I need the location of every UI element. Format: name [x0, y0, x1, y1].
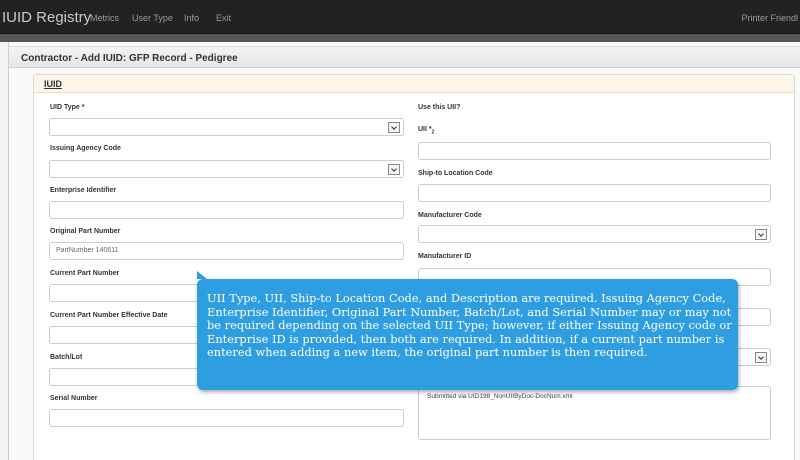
uii-label-subscript: 2 — [431, 129, 435, 136]
manufacturer-code-label: Manufacturer Code — [418, 212, 482, 219]
enterprise-identifier-label: Enterprise Identifier — [50, 187, 117, 194]
iuid-panel: IUID UID Type * Issuing Agency Code Ente… — [33, 74, 795, 460]
navbar-subbar — [0, 34, 800, 42]
uid-type-select[interactable] — [49, 118, 404, 136]
uii-label-text: UII * — [418, 126, 432, 133]
nav-link-info[interactable]: Info — [184, 13, 199, 23]
batch-lot-label: Batch/Lot — [50, 354, 83, 361]
chevron-down-icon[interactable] — [755, 229, 767, 240]
issuing-agency-code-select[interactable] — [49, 160, 404, 178]
description-textarea[interactable]: Submitted via UID198_NonUIIByDoc-DocNum.… — [418, 386, 771, 440]
chevron-down-icon[interactable] — [388, 122, 400, 133]
nav-link-user-type[interactable]: User Type — [132, 13, 173, 23]
use-this-uii-label: Use this UII? — [418, 104, 461, 111]
issuing-agency-code-label: Issuing Agency Code — [50, 145, 121, 152]
app-brand[interactable]: IUID Registry — [2, 9, 91, 26]
original-part-number-input[interactable]: PartNumber 140611 — [49, 242, 404, 260]
uii-input[interactable] — [418, 142, 771, 160]
panel-heading: IUID — [34, 75, 794, 93]
page-header: Contractor - Add IUID: GFP Record - Pedi… — [9, 46, 800, 68]
chevron-down-icon[interactable] — [388, 164, 400, 175]
chevron-down-icon[interactable] — [755, 352, 767, 363]
help-tooltip-text: UII Type, UII, Ship-to Location Code, an… — [207, 291, 732, 360]
uii-label: UII *2 — [418, 126, 434, 135]
ship-to-location-code-input[interactable] — [418, 184, 771, 202]
enterprise-identifier-input[interactable] — [49, 201, 404, 219]
printer-friendly-link[interactable]: Printer Friendl — [741, 13, 798, 23]
current-part-number-label: Current Part Number — [50, 270, 120, 277]
manufacturer-code-select[interactable] — [418, 225, 771, 243]
help-tooltip: UII Type, UII, Ship-to Location Code, an… — [197, 271, 738, 390]
nav-link-metrics[interactable]: Metrics — [90, 13, 119, 23]
top-navbar: IUID Registry Metrics User Type Info Exi… — [0, 0, 800, 34]
serial-number-input[interactable] — [49, 409, 404, 427]
current-part-number-effective-date-label: Current Part Number Effective Date — [50, 312, 168, 319]
nav-link-exit[interactable]: Exit — [216, 13, 231, 23]
page-content: Contractor - Add IUID: GFP Record - Pedi… — [8, 42, 800, 460]
serial-number-label: Serial Number — [50, 395, 98, 402]
original-part-number-label: Original Part Number — [50, 228, 121, 235]
panel-title: IUID — [44, 79, 62, 89]
manufacturer-id-label: Manufacturer ID — [418, 253, 472, 260]
uid-type-label: UID Type * — [50, 104, 85, 111]
page-title: Contractor - Add IUID: GFP Record - Pedi… — [21, 53, 238, 64]
ship-to-location-code-label: Ship-to Location Code — [418, 170, 493, 177]
